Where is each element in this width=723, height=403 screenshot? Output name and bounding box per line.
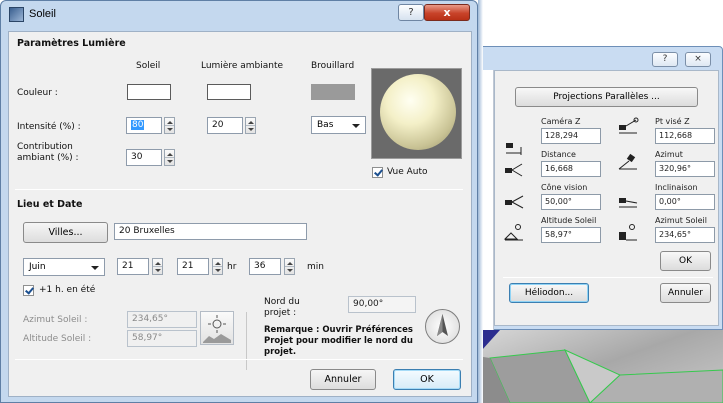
3d-model-geometry <box>470 330 723 403</box>
remark-line1: Remarque : Ouvrir Préférences <box>264 325 413 335</box>
light-preview-sphere <box>371 68 462 159</box>
3d-scene-view[interactable] <box>470 330 723 403</box>
app-icon <box>9 7 24 22</box>
sun-intensity-spinner[interactable] <box>164 117 175 134</box>
vertical-separator <box>246 312 247 370</box>
sun-altitude-field[interactable]: 58,97° <box>541 227 601 243</box>
azimuth-label: Azimut <box>655 150 683 159</box>
sun-intensity-value: 80 <box>131 120 145 130</box>
north-label-line1: Nord du <box>264 297 300 307</box>
place-date-heading: Lieu et Date <box>17 199 83 210</box>
remark-line2: Projet pour modifier le nord du <box>264 336 413 346</box>
distance-icon <box>505 163 523 177</box>
close-button[interactable]: x <box>424 4 470 21</box>
ambient-contribution-input[interactable]: 30 <box>126 149 162 166</box>
day-input[interactable]: 21 <box>117 258 149 275</box>
month-select[interactable]: Juin <box>23 258 105 276</box>
camera-separator <box>503 277 713 278</box>
camera-ok-button[interactable]: OK <box>660 251 711 271</box>
camera-help-button[interactable]: ? <box>652 52 678 67</box>
hour-input[interactable]: 21 <box>177 258 209 275</box>
soleil-dialog: Soleil ? x Paramètres Lumière Soleil Lum… <box>0 0 478 403</box>
section-separator-2 <box>15 359 463 360</box>
cancel-button[interactable]: Annuler <box>310 369 376 390</box>
minute-unit: min <box>307 262 324 272</box>
auto-view-label: Vue Auto <box>387 167 428 177</box>
hour-spinner[interactable] <box>212 258 223 275</box>
fog-color-swatch[interactable] <box>311 84 355 100</box>
camera-close-button[interactable]: × <box>685 52 711 67</box>
tilt-label: Inclinaison <box>655 183 698 192</box>
target-z-field[interactable]: 112,668 <box>655 128 715 144</box>
ambient-intensity-input[interactable]: 20 <box>207 117 243 134</box>
summer-time-checkbox[interactable] <box>23 285 34 296</box>
soleil-titlebar[interactable]: Soleil ? x <box>1 1 477 28</box>
ambient-intensity-spinner[interactable] <box>245 117 256 134</box>
sun-altitude-icon <box>503 224 523 241</box>
target-z-icon <box>619 117 639 134</box>
camera-cancel-button[interactable]: Annuler <box>660 283 711 303</box>
sun-altitude-label: Altitude Soleil : <box>23 334 92 344</box>
fog-level-select[interactable]: Bas <box>311 116 366 134</box>
ambient-column-header: Lumière ambiante <box>201 61 284 71</box>
tilt-field[interactable]: 0,00° <box>655 194 715 210</box>
sun-intensity-input[interactable]: 80 <box>126 117 162 134</box>
intensity-label: Intensité (%) : <box>17 122 81 132</box>
camera-settings-window: ? × Projections Parallèles ... Caméra Z … <box>470 46 723 403</box>
ok-button[interactable]: OK <box>393 369 461 390</box>
sun-column-header: Soleil <box>136 61 161 71</box>
azimuth-icon <box>618 153 637 170</box>
light-settings-heading: Paramètres Lumière <box>17 38 126 49</box>
sun-altitude-field: 58,97° <box>127 330 197 347</box>
heliodon-button[interactable]: Héliodon... <box>509 283 589 303</box>
camera-z-label: Caméra Z <box>541 117 581 126</box>
contribution-label-line1: Contribution <box>17 142 73 152</box>
remark-line3: projet. <box>264 347 297 357</box>
north-compass-icon <box>425 309 460 344</box>
fog-column-header: Brouillard <box>311 61 355 71</box>
camera-z-field[interactable]: 128,294 <box>541 128 601 144</box>
distance-label: Distance <box>541 150 576 159</box>
sun-azimuth-field[interactable]: 234,65° <box>655 227 715 243</box>
city-field[interactable]: 20 Bruxelles <box>114 223 307 240</box>
minute-input[interactable]: 36 <box>249 258 281 275</box>
fog-level-value: Bas <box>317 120 334 130</box>
sun-azimuth-label: Azimut Soleil : <box>23 315 88 325</box>
sun-azimuth-field: 234,65° <box>127 311 197 328</box>
sun-color-swatch[interactable] <box>127 84 171 100</box>
hour-unit: hr <box>227 262 237 272</box>
sun-azimuth-label: Azimut Soleil <box>655 216 707 225</box>
azimuth-field[interactable]: 320,96° <box>655 161 715 177</box>
month-value: Juin <box>29 262 46 272</box>
distance-field[interactable]: 16,668 <box>541 161 601 177</box>
section-separator-1 <box>15 189 463 190</box>
cities-button[interactable]: Villes... <box>23 222 108 243</box>
sun-position-icon <box>200 311 234 345</box>
project-north-field: 90,00° <box>348 296 416 313</box>
color-label: Couleur : <box>17 88 58 98</box>
target-z-label: Pt visé Z <box>655 117 690 126</box>
auto-view-checkbox[interactable] <box>372 167 383 178</box>
soleil-body: Paramètres Lumière Soleil Lumière ambian… <box>8 31 472 397</box>
minute-spinner[interactable] <box>284 258 295 275</box>
north-label-line2: projet : <box>264 308 297 318</box>
soleil-title: Soleil <box>29 8 56 20</box>
camera-window-client: Projections Parallèles ... Caméra Z 128,… <box>494 70 719 326</box>
help-button[interactable]: ? <box>398 4 424 21</box>
view-cone-label: Cône vision <box>541 183 588 192</box>
parallel-projections-button[interactable]: Projections Parallèles ... <box>515 87 698 107</box>
sun-altitude-label: Altitude Soleil <box>541 216 597 225</box>
tilt-icon <box>619 198 638 208</box>
summer-time-label: +1 h. en été <box>39 285 96 295</box>
window-edge-shadow <box>478 0 483 403</box>
day-spinner[interactable] <box>152 258 163 275</box>
ambient-color-swatch[interactable] <box>207 84 251 100</box>
contribution-label-line2: ambiant (%) : <box>17 153 79 163</box>
camera-z-icon <box>506 143 522 155</box>
ambient-contribution-spinner[interactable] <box>164 149 175 166</box>
view-cone-icon <box>505 195 524 209</box>
view-cone-field[interactable]: 50,00° <box>541 194 601 210</box>
sun-azimuth-icon <box>619 224 637 241</box>
